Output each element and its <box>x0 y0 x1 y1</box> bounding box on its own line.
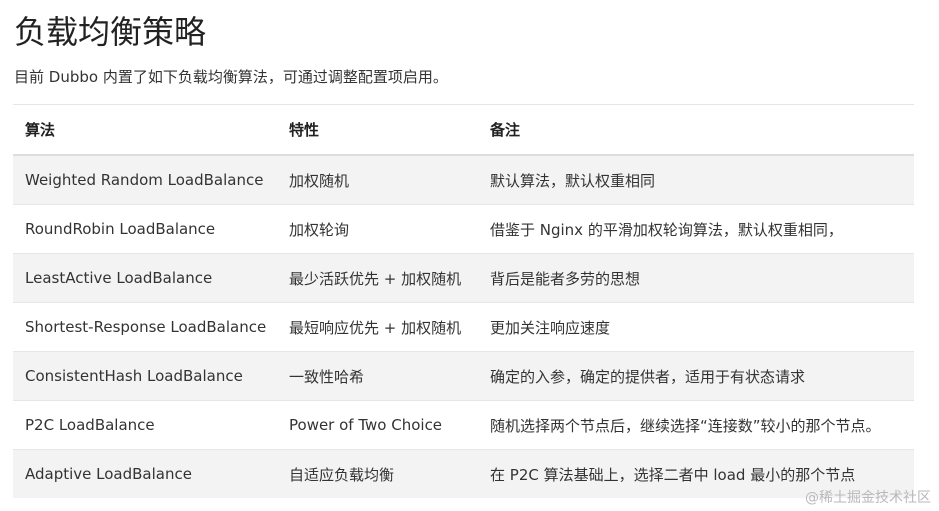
cell-feature: 加权随机 <box>277 154 478 205</box>
cell-algorithm: ConsistentHash LoadBalance <box>13 351 277 401</box>
cell-feature: 最短响应优先 + 加权随机 <box>277 302 478 352</box>
cell-remark: 随机选择两个节点后，继续选择“连接数”较小的那个节点。 <box>478 400 914 450</box>
table-row: LeastActive LoadBalance 最少活跃优先 + 加权随机 背后… <box>13 253 914 303</box>
table-row: Weighted Random LoadBalance 加权随机 默认算法，默认… <box>13 154 914 205</box>
cell-feature: 自适应负载均衡 <box>277 449 478 498</box>
table-row: RoundRobin LoadBalance 加权轮询 借鉴于 Nginx 的平… <box>13 204 914 254</box>
cell-feature: 一致性哈希 <box>277 351 478 401</box>
cell-feature: 最少活跃优先 + 加权随机 <box>277 253 478 303</box>
cell-remark: 更加关注响应速度 <box>478 302 914 352</box>
cell-remark: 借鉴于 Nginx 的平滑加权轮询算法，默认权重相同， <box>478 204 914 254</box>
cell-feature: Power of Two Choice <box>277 400 478 450</box>
table-header-row: 算法 特性 备注 <box>13 104 914 156</box>
watermark: @稀土掘金技术社区 <box>805 490 931 506</box>
cell-algorithm: Weighted Random LoadBalance <box>13 154 277 205</box>
header-algorithm: 算法 <box>13 104 277 156</box>
page-title: 负载均衡策略 <box>14 13 207 51</box>
loadbalance-table: 算法 特性 备注 Weighted Random LoadBalance 加权随… <box>13 104 914 498</box>
cell-algorithm: Adaptive LoadBalance <box>13 449 277 498</box>
cell-feature: 加权轮询 <box>277 204 478 254</box>
header-feature: 特性 <box>277 104 478 156</box>
cell-algorithm: RoundRobin LoadBalance <box>13 204 277 254</box>
table-row: P2C LoadBalance Power of Two Choice 随机选择… <box>13 400 914 450</box>
intro-text: 目前 Dubbo 内置了如下负载均衡算法，可通过调整配置项启用。 <box>14 68 448 86</box>
cell-algorithm: Shortest-Response LoadBalance <box>13 302 277 352</box>
cell-remark: 默认算法，默认权重相同 <box>478 154 914 205</box>
table-row: Shortest-Response LoadBalance 最短响应优先 + 加… <box>13 302 914 352</box>
table-row: ConsistentHash LoadBalance 一致性哈希 确定的入参，确… <box>13 351 914 401</box>
cell-algorithm: P2C LoadBalance <box>13 400 277 450</box>
cell-algorithm: LeastActive LoadBalance <box>13 253 277 303</box>
cell-remark: 确定的入参，确定的提供者，适用于有状态请求 <box>478 351 914 401</box>
table-row: Adaptive LoadBalance 自适应负载均衡 在 P2C 算法基础上… <box>13 449 914 498</box>
cell-remark: 背后是能者多劳的思想 <box>478 253 914 303</box>
header-remark: 备注 <box>478 104 914 156</box>
